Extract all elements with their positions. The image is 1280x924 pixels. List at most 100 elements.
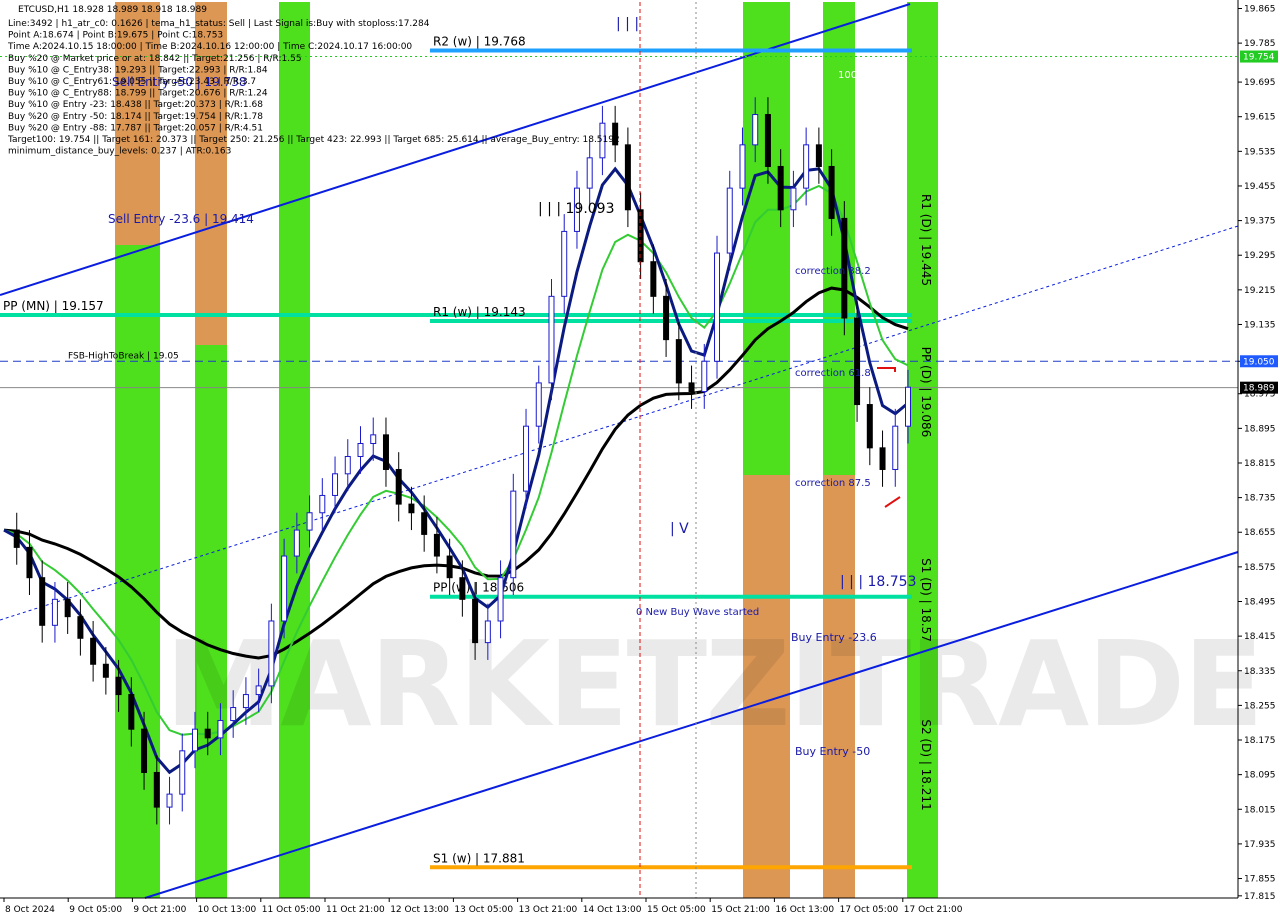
x-tick-label: 17 Oct 21:00 (904, 905, 963, 915)
pivot-level-label: S1 (w) | 17.881 (433, 851, 525, 865)
candle-body (650, 261, 657, 297)
daily-pivot-label: S2 (D) | 18.211 (919, 719, 933, 810)
info-line: Buy %10 @ Entry -23: 18.438 || Target:20… (8, 100, 263, 110)
y-tick-label: 19.615 (1244, 113, 1276, 123)
candle-body (675, 339, 682, 384)
y-tick-label: 18.175 (1244, 736, 1276, 746)
pivot-level-label: R1 (w) | 19.143 (433, 305, 526, 319)
info-line: Time A:2024.10.15 18:00:00 | Time B:2024… (7, 42, 412, 52)
x-tick-label: 8 Oct 2024 (5, 905, 55, 915)
correction-618-label: correction 61.8 (795, 368, 871, 379)
candle-body (764, 114, 771, 167)
candle-body (191, 728, 198, 752)
y-tick-label: 18.575 (1244, 563, 1276, 573)
info-line: Buy %20 @ Entry -50: 18.174 || Target:19… (8, 112, 263, 122)
candle-body (446, 555, 453, 579)
candle-body (370, 434, 377, 445)
pivot-level-label: R2 (w) | 19.768 (433, 34, 526, 48)
candle-body (854, 317, 861, 406)
info-line: Line:3492 | h1_atr_c0: 0.1626 | tema_h1_… (8, 19, 430, 29)
candle-body (815, 144, 822, 167)
candle-body (408, 503, 415, 514)
candle-body (828, 165, 835, 219)
candle-body (293, 529, 300, 557)
candle-body (523, 425, 530, 492)
candle-body (714, 252, 721, 362)
candle-body (739, 144, 746, 189)
buy-entry-23-label: Buy Entry -23.6 (791, 631, 877, 644)
candle-body (395, 468, 402, 505)
candle-body (77, 616, 84, 639)
candle-body (357, 443, 364, 457)
x-tick-label: 11 Oct 21:00 (326, 905, 385, 915)
y-tick-label: 19.375 (1244, 217, 1276, 227)
y-tick-label: 18.895 (1244, 424, 1276, 434)
ohlc-header: ETCUSD,H1 18.928 18.989 18.918 18.989 (18, 5, 207, 15)
candle-body (166, 793, 173, 808)
candle-body (128, 694, 135, 730)
y-tick-label: 17.855 (1244, 875, 1276, 885)
candle-body (281, 555, 288, 622)
candle-body (561, 230, 568, 297)
candle-body (13, 529, 20, 548)
info-line: Buy %20 @ Entry -88: 17.787 || Target:20… (8, 123, 263, 133)
candle-body (268, 620, 275, 687)
target-100-label: 100 (838, 70, 857, 81)
candle-body (472, 598, 479, 644)
candle-body (548, 295, 555, 384)
price-tag-label: 19.050 (1243, 357, 1275, 367)
y-tick-label: 17.935 (1244, 840, 1276, 850)
correction-875-label: correction 87.5 (795, 478, 871, 489)
x-tick-label: 16 Oct 13:00 (775, 905, 834, 915)
candle-body (497, 577, 504, 622)
candle-body (879, 447, 886, 470)
info-line: Point A:18.674 | Point B:19.675 | Point … (8, 31, 223, 41)
pivot-level-label: PP (MN) | 19.157 (3, 299, 104, 313)
y-tick-label: 18.255 (1244, 701, 1276, 711)
y-tick-label: 19.455 (1244, 182, 1276, 192)
candle-body (115, 676, 122, 696)
info-line: Buy %20 @ Market price or at: 18.842 || … (8, 54, 302, 64)
daily-pivot-label: S1 (D) | 18.57 (919, 558, 933, 642)
x-tick-label: 14 Oct 13:00 (583, 905, 642, 915)
candle-body (510, 490, 517, 579)
wave-label-top: | | | (616, 16, 639, 32)
candle-body (777, 165, 784, 211)
info-line: Buy %10 @ C_Entry61: 19.055 || Target:23… (8, 77, 256, 87)
candle-body (230, 707, 237, 722)
price-chart: MARKETZITRADE R2 (w) | 19.768 PP (MN) | 1… (0, 0, 1280, 920)
candle-body (637, 209, 644, 263)
candle-body (752, 114, 759, 146)
y-tick-label: 19.785 (1244, 39, 1276, 49)
wave-three-label: | | | 19.093 (538, 201, 615, 217)
candle-body (344, 455, 351, 475)
candle-body (64, 598, 71, 618)
y-tick-label: 18.655 (1244, 528, 1276, 538)
y-tick-label: 19.535 (1244, 147, 1276, 157)
correction-382-label: correction 38.2 (795, 266, 871, 277)
buy-entry-50-label: Buy Entry -50 (795, 745, 870, 758)
daily-pivot-label: R1 (D) | 19.445 (919, 194, 933, 286)
candle-body (26, 546, 33, 579)
y-tick-label: 19.695 (1244, 78, 1276, 88)
x-tick-label: 12 Oct 13:00 (390, 905, 449, 915)
pivot-level-label: PP (w) | 18.506 (433, 581, 524, 595)
candle-body (905, 386, 911, 427)
x-tick-label: 15 Oct 21:00 (711, 905, 770, 915)
candle-body (179, 750, 186, 795)
y-tick-label: 18.335 (1244, 667, 1276, 677)
sell-entry-23-label: Sell Entry -23.6 | 19.414 (108, 212, 254, 226)
y-tick-label: 17.815 (1244, 892, 1276, 902)
candle-body (726, 187, 733, 254)
new-wave-label: 0 New Buy Wave started (636, 607, 759, 618)
candle-body (535, 382, 542, 427)
x-tick-label: 13 Oct 21:00 (519, 905, 578, 915)
info-line: Buy %10 @ C_Entry88: 18.799 || Target:20… (8, 89, 268, 99)
x-tick-label: 11 Oct 05:00 (262, 905, 321, 915)
price-tag-label: 19.754 (1243, 53, 1275, 63)
point-c-label: | | | 18.753 (840, 574, 917, 590)
y-tick-label: 18.815 (1244, 459, 1276, 469)
info-line: Target100: 19.754 || Target 161: 20.373 … (7, 135, 620, 145)
y-tick-label: 18.015 (1244, 805, 1276, 815)
y-tick-label: 18.735 (1244, 494, 1276, 504)
